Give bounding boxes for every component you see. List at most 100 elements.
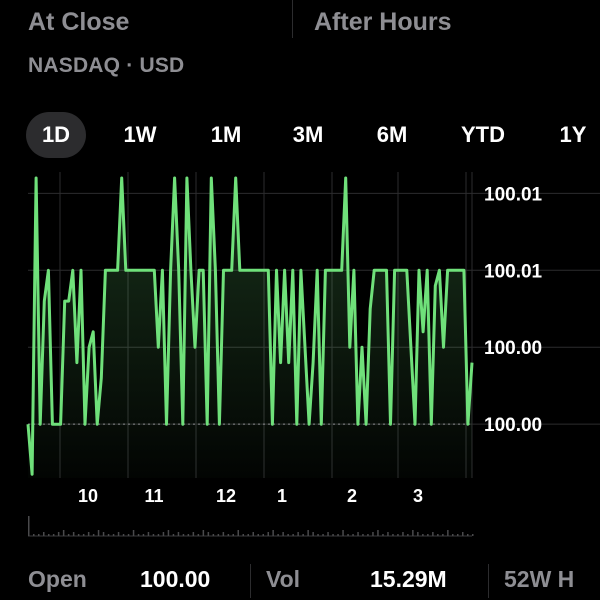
volume-bar	[48, 534, 50, 536]
tab-ytd[interactable]: YTD	[448, 112, 518, 158]
tab-1w[interactable]: 1W	[112, 112, 168, 158]
volume-bar	[152, 534, 155, 536]
x-tick-label: 11	[144, 486, 163, 506]
volume-bar	[182, 534, 185, 536]
x-tick-label: 10	[78, 486, 98, 506]
volume-bar	[227, 534, 230, 536]
volume-bar	[332, 534, 334, 536]
volume-bar	[197, 534, 200, 536]
volume-bar	[432, 532, 434, 536]
volume-bar	[132, 530, 135, 536]
volume-bar	[122, 534, 125, 536]
volume-bar	[472, 534, 474, 536]
volume-bar	[287, 534, 289, 536]
stat-open-value: 100.00	[140, 566, 211, 592]
volume-bar	[272, 530, 274, 536]
volume-bar	[317, 534, 319, 536]
volume-bar	[172, 534, 175, 536]
header-divider	[292, 0, 293, 38]
stat-vol-label: Vol	[266, 566, 301, 592]
volume-bar	[407, 534, 409, 536]
header-after-hours[interactable]: After Hours	[314, 8, 452, 37]
volume-bar	[127, 534, 130, 536]
volume-bar	[367, 534, 369, 536]
stat-divider	[250, 564, 251, 598]
volume-bar	[33, 534, 35, 536]
volume-bar	[247, 534, 249, 536]
volume-bar	[442, 534, 444, 536]
y-tick-label: 100.01	[484, 261, 543, 282]
volume-bar	[462, 532, 464, 536]
tab-6m[interactable]: 6M	[362, 112, 422, 158]
volume-bar	[297, 532, 299, 536]
volume-bar	[137, 534, 140, 536]
x-tick-label: 3	[413, 486, 423, 506]
volume-bar	[312, 532, 314, 536]
header-at-close[interactable]: At Close	[28, 8, 129, 37]
stat-52w-label: 52W H	[504, 566, 575, 592]
volume-bar	[437, 534, 439, 536]
price-chart[interactable]: 100.01100.01100.00100.00 10 11 12 1 2 3	[0, 172, 600, 544]
volume-bar	[397, 534, 399, 536]
tab-1m[interactable]: 1M	[198, 112, 254, 158]
volume-bar	[347, 534, 349, 536]
volume-bar	[162, 532, 165, 536]
volume-bar	[457, 534, 459, 536]
volume-bar	[422, 534, 424, 536]
volume-bar	[77, 534, 80, 536]
x-tick-label: 2	[347, 486, 357, 506]
volume-bar	[387, 532, 389, 536]
volume-bar	[142, 534, 145, 536]
volume-bar	[87, 532, 90, 536]
volume-bar	[372, 532, 374, 536]
tab-3m[interactable]: 3M	[280, 112, 336, 158]
volume-bar	[97, 530, 100, 536]
tab-1d[interactable]: 1D	[26, 112, 86, 158]
volume-bar	[357, 532, 359, 536]
volume-bar	[337, 534, 339, 536]
volume-bar	[362, 534, 364, 536]
range-tabs: 1D 1W 1M 3M 6M YTD 1Y	[0, 112, 600, 158]
volume-bar	[352, 534, 354, 536]
volume-bar	[192, 532, 195, 536]
volume-bar	[177, 532, 180, 536]
volume-bar	[217, 534, 220, 536]
volume-bar	[232, 534, 234, 536]
stat-divider	[488, 564, 489, 598]
volume-bar	[107, 534, 110, 536]
volume-bar	[167, 530, 170, 536]
volume-bar	[157, 534, 160, 536]
volume-bars	[28, 516, 474, 537]
volume-bar	[52, 534, 55, 536]
volume-bar	[392, 534, 394, 536]
volume-bar	[302, 534, 304, 536]
volume-bar	[277, 534, 279, 536]
volume-bar	[57, 532, 60, 536]
volume-bar	[202, 530, 205, 536]
exchange-currency: NASDAQ · USD	[28, 54, 185, 77]
volume-bar	[292, 534, 294, 536]
volume-bar	[327, 532, 329, 536]
volume-bar	[417, 532, 419, 536]
volume-bar	[242, 534, 244, 536]
volume-bar	[72, 532, 75, 536]
volume-bar	[447, 530, 449, 536]
volume-bar	[112, 534, 115, 536]
volume-bar	[452, 534, 454, 536]
y-tick-label: 100.00	[484, 415, 542, 436]
x-tick-label: 1	[277, 486, 287, 506]
volume-bar	[267, 532, 269, 536]
volume-bar	[147, 532, 150, 536]
stat-open-label: Open	[28, 566, 87, 592]
volume-bar	[252, 532, 254, 536]
stats-row: Open 100.00 Vol 15.29M 52W H	[0, 560, 600, 600]
x-tick-label: 12	[216, 486, 236, 506]
chart-area-fill	[28, 178, 472, 478]
volume-bar	[82, 534, 85, 536]
volume-bar	[102, 532, 105, 536]
volume-bar	[38, 534, 40, 536]
tab-1y[interactable]: 1Y	[546, 112, 600, 158]
volume-bar	[117, 532, 120, 536]
volume-bar	[257, 534, 259, 536]
y-tick-label: 100.00	[484, 338, 542, 359]
